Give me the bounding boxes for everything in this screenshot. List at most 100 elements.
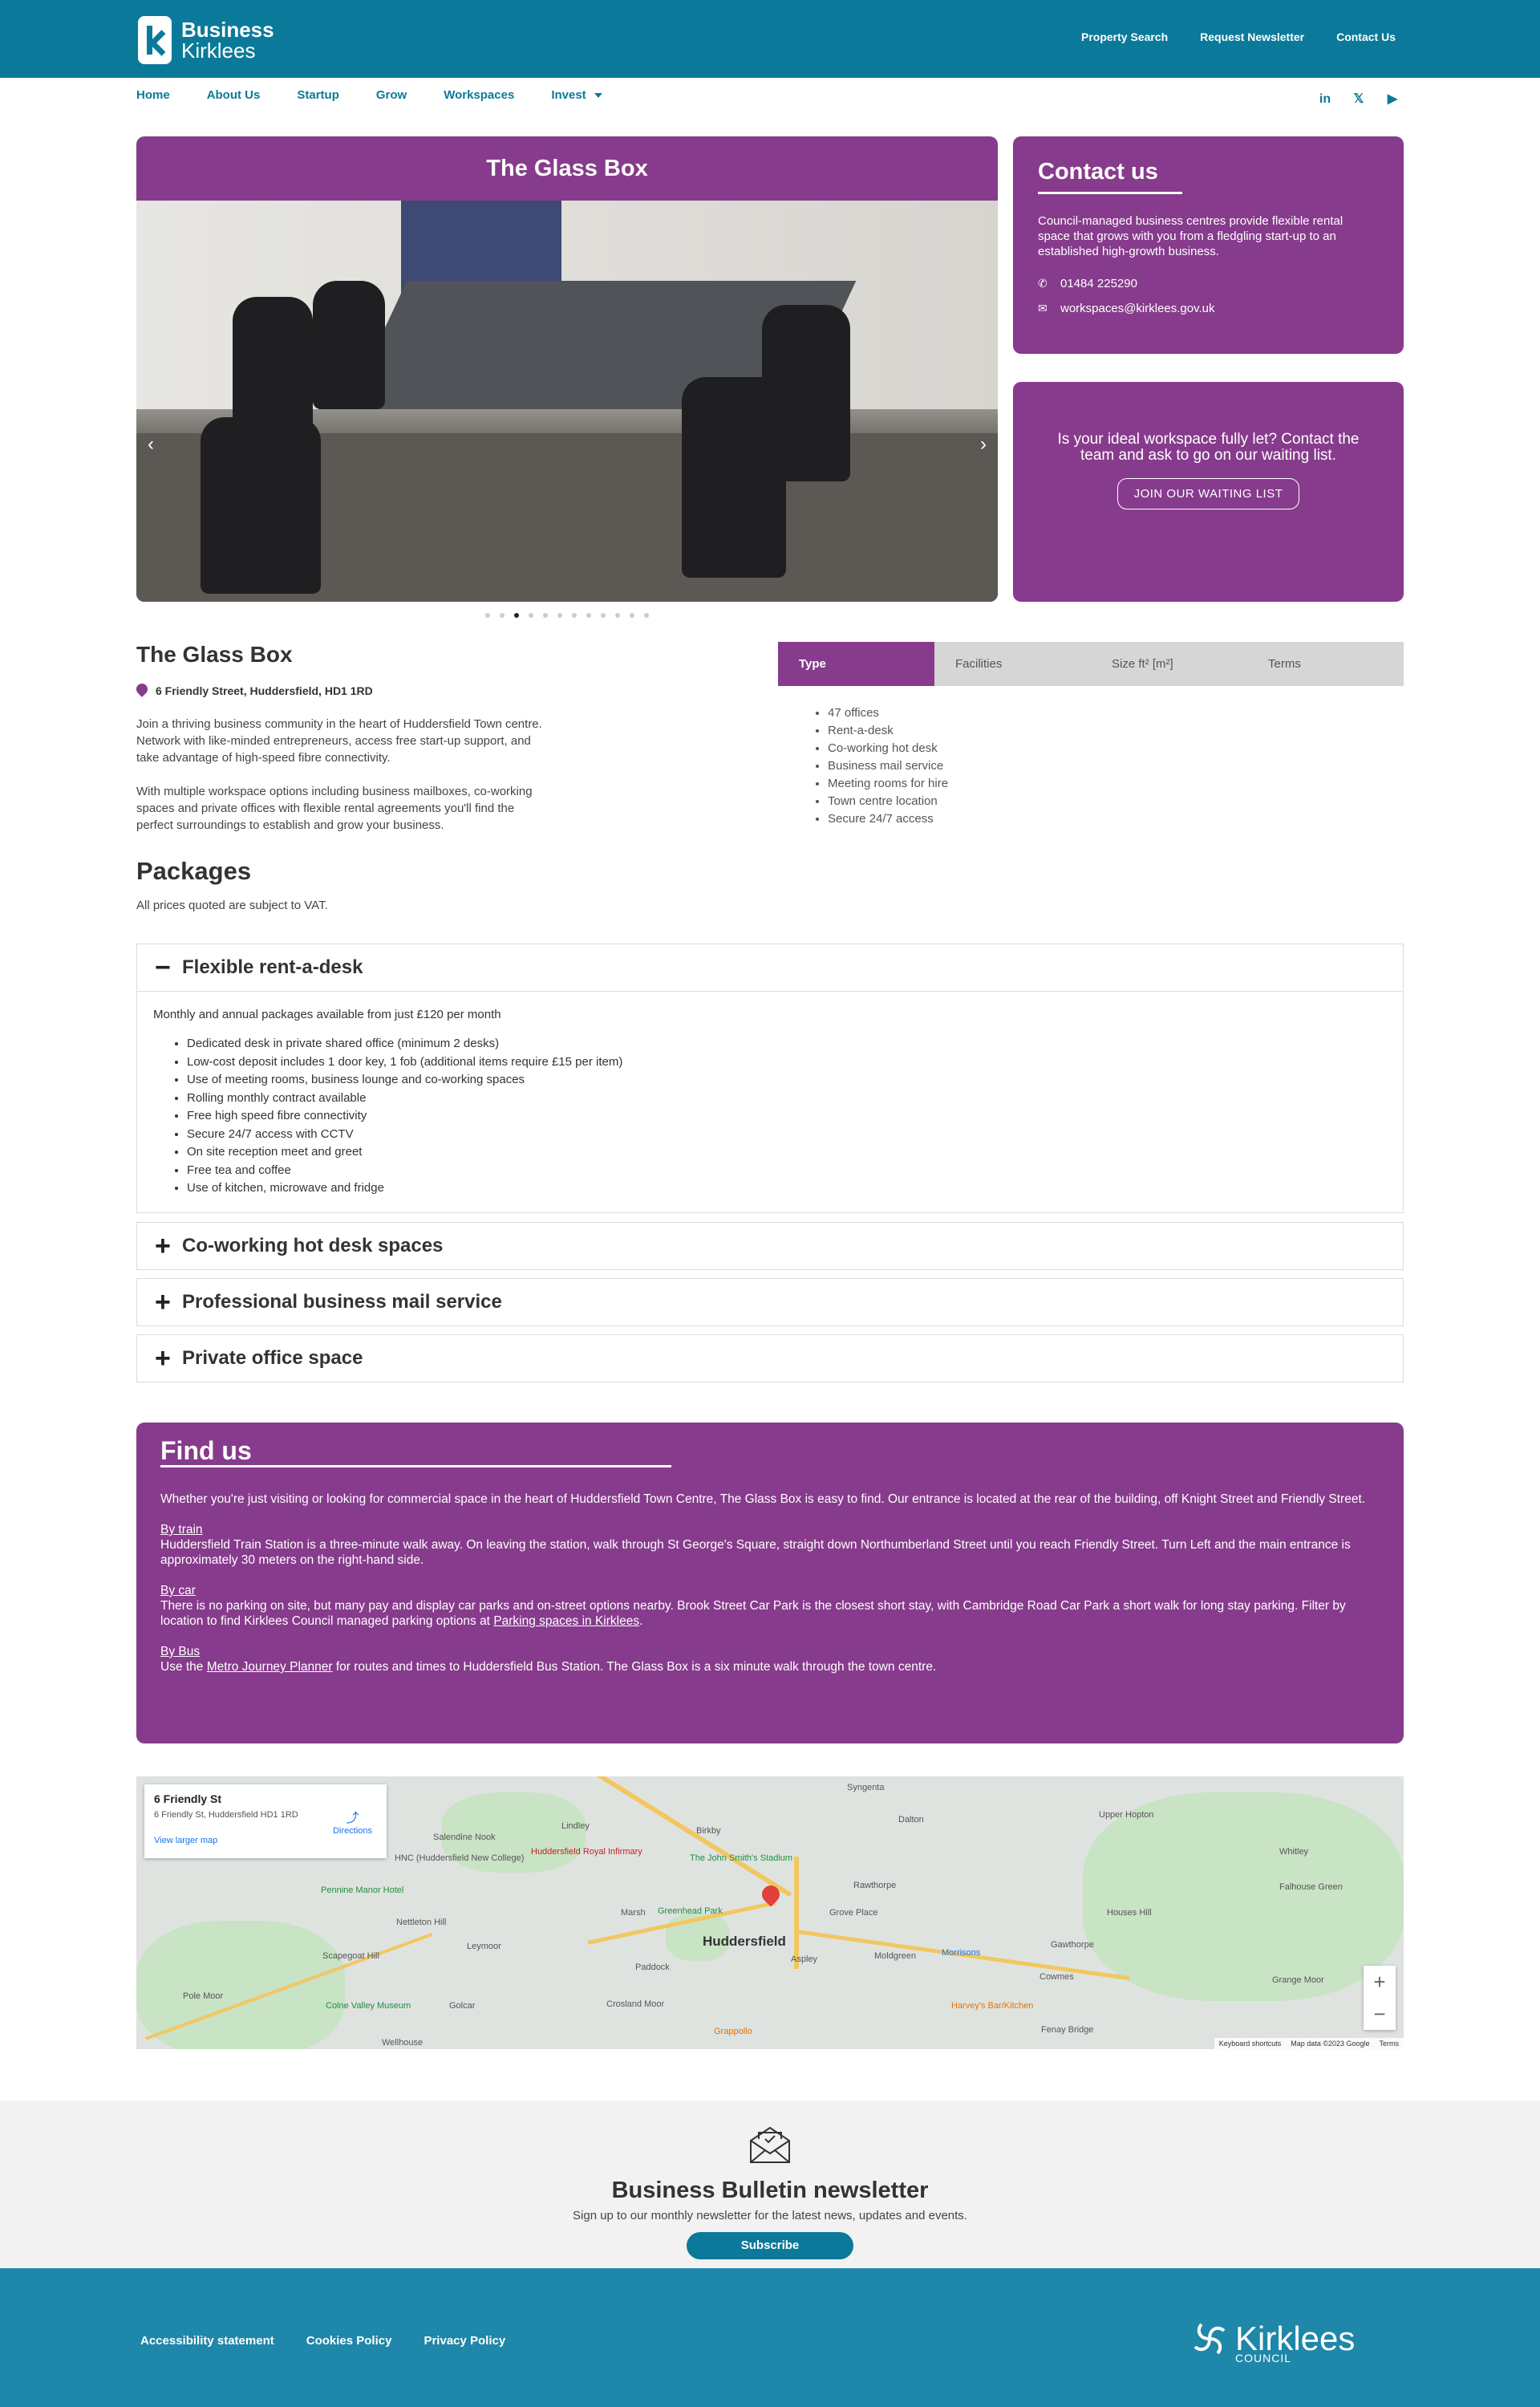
page-title: The Glass Box xyxy=(136,642,293,667)
kirklees-swirl-icon xyxy=(1194,2323,1226,2355)
accordion-title: Professional business mail service xyxy=(182,1291,502,1313)
newsletter-title: Business Bulletin newsletter xyxy=(611,2178,929,2203)
zoom-in-button[interactable]: + xyxy=(1364,1966,1396,1998)
carousel-dot[interactable] xyxy=(586,613,591,618)
accordion-title: Co-working hot desk spaces xyxy=(182,1235,444,1256)
map-label: Whitley xyxy=(1279,1847,1309,1857)
accessibility-statement-link[interactable]: Accessibility statement xyxy=(140,2334,274,2348)
meeting-room-photo: ‹ › xyxy=(136,201,998,602)
map-label: Grange Moor xyxy=(1272,1975,1324,1985)
contact-email: workspaces@kirklees.gov.uk xyxy=(1060,302,1215,315)
map-label: Grappollo xyxy=(714,2027,752,2036)
accordion-private-office[interactable]: + Private office space xyxy=(136,1334,1404,1382)
map-label: Nettleton Hill xyxy=(396,1918,447,1927)
parking-spaces-link[interactable]: Parking spaces in Kirklees xyxy=(493,1614,639,1628)
nav-home[interactable]: Home xyxy=(136,88,170,102)
minus-icon: − xyxy=(155,952,171,983)
privacy-policy-link[interactable]: Privacy Policy xyxy=(424,2334,505,2348)
metro-journey-planner-link[interactable]: Metro Journey Planner xyxy=(207,1660,333,1674)
list-item: Rolling monthly contract available xyxy=(187,1090,1387,1108)
by-train-heading: By train xyxy=(160,1523,203,1536)
contact-us-link[interactable]: Contact Us xyxy=(1336,30,1396,43)
nav-workspaces[interactable]: Workspaces xyxy=(444,88,514,102)
kirklees-wordmark: Kirklees xyxy=(1235,2320,1356,2357)
newsletter-subtitle: Sign up to our monthly newsletter for th… xyxy=(573,2209,967,2222)
carousel-next-button[interactable]: › xyxy=(980,433,987,456)
nav-startup[interactable]: Startup xyxy=(297,88,339,102)
contact-phone-row[interactable]: ✆ 01484 225290 xyxy=(1038,277,1379,290)
council-wordmark: COUNCIL xyxy=(1235,2352,1292,2364)
footer: Accessibility statement Cookies Policy P… xyxy=(0,2268,1540,2407)
business-kirklees-logo[interactable]: Business Kirklees xyxy=(138,16,274,64)
nav-invest[interactable]: Invest xyxy=(551,88,602,102)
linkedin-icon[interactable]: in xyxy=(1317,91,1333,108)
terms-link[interactable]: Terms xyxy=(1380,2040,1400,2048)
join-waiting-list-button[interactable]: JOIN OUR WAITING LIST xyxy=(1116,478,1300,509)
contact-email-row[interactable]: ✉ workspaces@kirklees.gov.uk xyxy=(1038,302,1379,315)
newsletter-section: Business Bulletin newsletter Sign up to … xyxy=(0,2101,1540,2268)
map-pin-icon xyxy=(136,684,148,698)
list-item: Low-cost deposit includes 1 door key, 1 … xyxy=(187,1053,1387,1072)
carousel-dot[interactable] xyxy=(644,613,649,618)
tab-type[interactable]: Type xyxy=(778,642,934,686)
carousel-dot-active[interactable] xyxy=(514,613,519,618)
map-label: Leymoor xyxy=(467,1942,501,1951)
plus-icon: + xyxy=(155,1286,171,1317)
carousel-dot[interactable] xyxy=(630,613,634,618)
carousel-dot[interactable] xyxy=(601,613,606,618)
view-larger-map-link[interactable]: View larger map xyxy=(154,1836,377,1845)
find-us-section: Find us Whether you're just visiting or … xyxy=(136,1423,1404,1743)
by-bus-text: for routes and times to Huddersfield Bus… xyxy=(332,1660,937,1674)
nav-grow[interactable]: Grow xyxy=(376,88,407,102)
request-newsletter-link[interactable]: Request Newsletter xyxy=(1200,30,1304,43)
carousel-dot[interactable] xyxy=(543,613,548,618)
carousel-dot[interactable] xyxy=(529,613,533,618)
carousel-dot[interactable] xyxy=(615,613,620,618)
carousel-dot[interactable] xyxy=(572,613,577,618)
google-map[interactable]: Syngenta Dalton Upper Hopton Whitley Fal… xyxy=(136,1776,1404,2049)
map-place-name: 6 Friendly St xyxy=(154,1792,222,1805)
tab-facilities[interactable]: Facilities xyxy=(934,642,1091,686)
map-label: Aspley xyxy=(791,1954,818,1964)
carousel-prev-button[interactable]: ‹ xyxy=(148,433,154,456)
hero-title: The Glass Box xyxy=(486,156,648,181)
carousel-dot[interactable] xyxy=(500,613,505,618)
map-label: Syngenta xyxy=(847,1783,885,1792)
x-icon[interactable]: 𝕏 xyxy=(1351,91,1367,108)
top-nav: Property Search Request Newsletter Conta… xyxy=(1081,30,1396,43)
map-info-card: 6 Friendly St 6 Friendly St, Huddersfiel… xyxy=(144,1784,387,1858)
accordion-title: Private office space xyxy=(182,1347,363,1369)
plus-icon: + xyxy=(155,1230,171,1261)
carousel-dot[interactable] xyxy=(485,613,490,618)
map-label: Pennine Manor Hotel xyxy=(321,1885,404,1895)
youtube-icon[interactable]: ▶ xyxy=(1384,91,1400,108)
main-nav: Home About Us Startup Grow Workspaces In… xyxy=(136,88,602,102)
kirklees-council-logo[interactable]: Kirklees COUNCIL xyxy=(1190,2320,1356,2364)
intro-para-2: With multiple workspace options includin… xyxy=(136,785,533,832)
type-list: 47 offices Rent-a-desk Co-working hot de… xyxy=(828,704,948,828)
nav-about-us[interactable]: About Us xyxy=(207,88,261,102)
map-label: Dalton xyxy=(898,1815,924,1825)
keyboard-shortcuts-link[interactable]: Keyboard shortcuts xyxy=(1219,2040,1282,2048)
subscribe-button[interactable]: Subscribe xyxy=(687,2232,853,2259)
map-label: Fenay Bridge xyxy=(1041,2025,1094,2035)
map-label: Moldgreen xyxy=(874,1951,916,1961)
tab-terms[interactable]: Terms xyxy=(1247,642,1404,686)
address: 6 Friendly Street, Huddersfield, HD1 1RD xyxy=(136,684,373,698)
accordion-mail-service[interactable]: + Professional business mail service xyxy=(136,1278,1404,1326)
address-text: 6 Friendly Street, Huddersfield, HD1 1RD xyxy=(156,684,373,697)
package-features: Dedicated desk in private shared office … xyxy=(187,1035,1387,1198)
logo-mark-icon xyxy=(138,16,172,64)
map-label: Wellhouse xyxy=(382,2038,424,2048)
zoom-out-button[interactable]: − xyxy=(1364,1998,1396,2030)
map-data-text: Map data ©2023 Google xyxy=(1291,2040,1370,2048)
accordion-co-working[interactable]: + Co-working hot desk spaces xyxy=(136,1222,1404,1270)
tab-size[interactable]: Size ft² [m²] xyxy=(1091,642,1247,686)
property-search-link[interactable]: Property Search xyxy=(1081,30,1168,43)
list-item: 47 offices xyxy=(828,704,948,722)
directions-button[interactable]: ⤴ Directions xyxy=(333,1807,372,1836)
directions-label: Directions xyxy=(333,1826,372,1836)
accordion-header[interactable]: − Flexible rent-a-desk xyxy=(137,944,1403,991)
cookies-policy-link[interactable]: Cookies Policy xyxy=(306,2334,392,2348)
carousel-dot[interactable] xyxy=(557,613,562,618)
